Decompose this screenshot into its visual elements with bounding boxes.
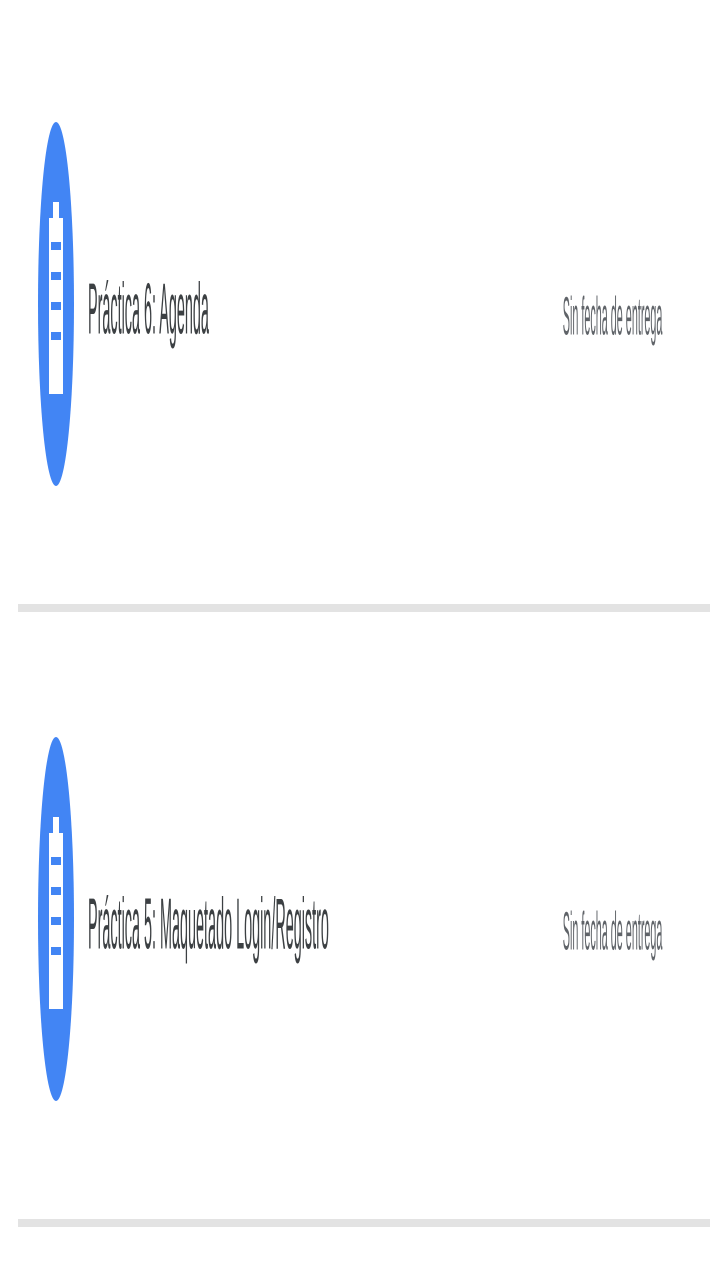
assignment-icon [38, 737, 74, 1101]
assignment-title[interactable]: Práctica 6: Agenda [88, 204, 209, 420]
classwork-list: Práctica 6: Agenda Sin fecha de entrega … [0, 0, 720, 1280]
assignment-due-date: Sin fecha de entrega [562, 287, 662, 349]
assignment-item[interactable]: Práctica 5: Maquetado Login/Registro Sin… [0, 625, 720, 1225]
assignment-icon [38, 122, 74, 486]
assignment-due-date: Sin fecha de entrega [562, 902, 662, 964]
divider [18, 1219, 710, 1227]
assignment-item[interactable]: Práctica 6: Agenda Sin fecha de entrega [0, 10, 720, 610]
divider [18, 604, 710, 612]
assignment-title[interactable]: Práctica 5: Maquetado Login/Registro [88, 819, 329, 1035]
